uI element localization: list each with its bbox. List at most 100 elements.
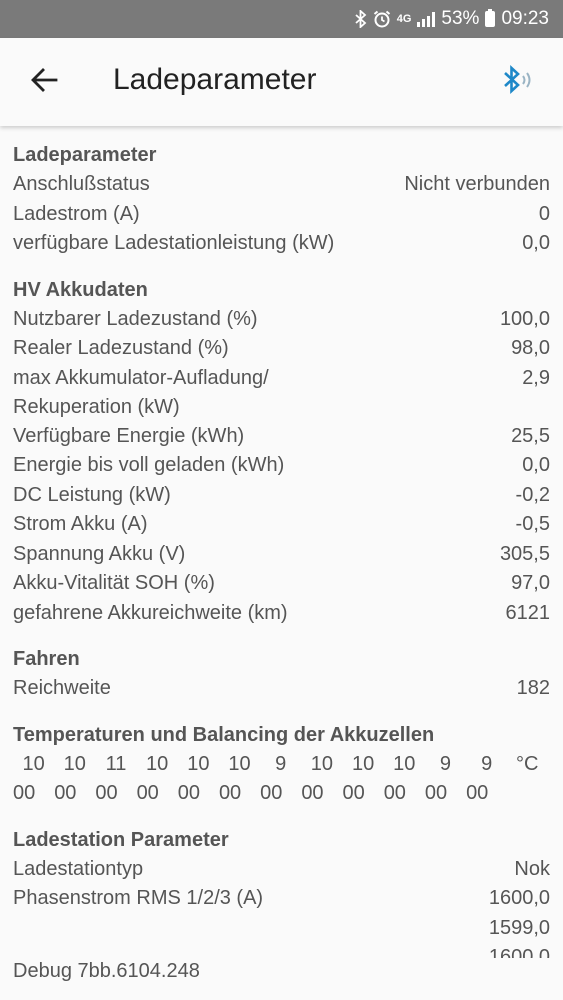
list-item: Strom Akku (A) -0,5	[13, 510, 550, 540]
cell-balancing: 00	[95, 782, 118, 804]
row-label: gefahrene Akkureichweite (km)	[13, 601, 288, 624]
network-4g-icon: 4G	[396, 13, 412, 25]
list-item: Realer Ladezustand (%) 98,0	[13, 334, 550, 364]
row-label: Spannung Akku (V)	[13, 542, 186, 565]
app-bar: Ladeparameter	[0, 38, 563, 126]
cell-balancing: 00	[466, 782, 489, 804]
row-value: 0,0	[522, 454, 550, 476]
cell-temperature: 9	[439, 752, 452, 775]
row-value: -0,5	[515, 513, 550, 535]
cell-temperature: 10	[310, 752, 334, 775]
cell-temperature: 10	[63, 752, 86, 775]
cell-balancing: 00	[424, 782, 448, 804]
row-label: Anschlußstatus	[13, 173, 150, 195]
row-label: DC Leistung (kW)	[13, 483, 171, 506]
status-time: 09:23	[501, 8, 549, 29]
battery-icon	[485, 9, 496, 27]
row-value: 305,5	[499, 542, 550, 565]
row-label: Akku-Vitalität SOH (%)	[13, 572, 215, 594]
list-item: Nutzbarer Ladezustand (%) 100,0	[13, 305, 550, 335]
row-value: Nok	[514, 857, 550, 880]
row-label: Nutzbarer Ladezustand (%)	[13, 307, 258, 330]
alarm-icon	[373, 10, 391, 28]
row-value: 2,9	[522, 366, 550, 389]
row-value: 25,5	[511, 424, 550, 447]
row-value: 1600,0	[488, 887, 550, 909]
row-value: 1599,0	[488, 916, 550, 939]
cell-balancing: 00	[342, 782, 365, 804]
list-item: gefahrene Akkureichweite (km) 6121	[13, 599, 550, 629]
section-title-ladestation: Ladestation Parameter	[13, 828, 229, 851]
list-item: verfügbare Ladestationleistung (kW) 0,0	[13, 229, 550, 259]
back-button[interactable]	[24, 62, 64, 102]
temperature-unit: °C	[516, 752, 539, 775]
list-item: Ladestrom (A) 0	[13, 200, 550, 230]
cell-balancing: 00	[136, 782, 159, 804]
cell-temperature: 11	[105, 752, 127, 775]
cell-temperature: 10	[228, 752, 251, 775]
list-item: Ladestationtyp Nok	[13, 855, 550, 885]
battery-percent: 53%	[441, 8, 480, 29]
row-label: Energie bis voll geladen (kWh)	[13, 454, 285, 476]
row-label: Reichweite	[13, 677, 111, 699]
cell-temperature: 9	[275, 752, 287, 775]
list-item: Phasenstrom RMS 1/2/3 (A) 1600,0	[13, 884, 550, 914]
network-label: 4G	[396, 13, 412, 25]
list-item: max Akkumulator-Aufladung/ Rekuperation …	[13, 364, 550, 422]
arrow-left-icon	[30, 67, 58, 97]
row-label: verfügbare Ladestationleistung (kW)	[13, 232, 335, 254]
cell-balancing: 00	[260, 782, 283, 804]
section-title-temperaturen: Temperaturen und Balancing der Akkuzelle…	[13, 723, 435, 746]
row-label: max Akkumulator-Aufladung/ Rekuperation …	[13, 366, 269, 418]
status-bar: 4G 53% 09:23	[0, 0, 563, 38]
list-item: Energie bis voll geladen (kWh) 0,0	[13, 451, 550, 481]
row-label: Strom Akku (A)	[13, 513, 148, 535]
section-title-hv-akkudaten: HV Akkudaten	[13, 278, 148, 301]
cell-balancing: 00	[301, 782, 324, 804]
list-item: Verfügbare Energie (kWh) 25,5	[13, 422, 550, 452]
bluetooth-button[interactable]	[501, 64, 537, 100]
bluetooth-connected-icon	[501, 64, 537, 101]
row-label: Phasenstrom RMS 1/2/3 (A)	[13, 887, 264, 909]
list-item: Reichweite 182	[13, 674, 550, 704]
cell-temperature: 10	[187, 752, 210, 775]
row-value: 1600,0	[488, 946, 550, 958]
row-label: Realer Ladezustand (%)	[13, 337, 229, 359]
cell-balancing: 00	[54, 782, 77, 804]
cell-temperature: 10	[146, 752, 169, 775]
cell-balancing: 00	[383, 782, 406, 804]
list-item: Akku-Vitalität SOH (%) 97,0	[13, 569, 550, 599]
cell-balancing: 00	[218, 782, 242, 804]
bluetooth-icon	[355, 10, 367, 28]
list-item: 1599,0	[13, 914, 550, 944]
cell-balancing: 00	[177, 782, 200, 804]
row-value: 0	[538, 202, 550, 225]
debug-version-label: Debug 7bb.6104.248	[13, 960, 200, 982]
row-label: Ladestationtyp	[13, 857, 144, 880]
row-value: 0,0	[522, 232, 550, 254]
page-title: Ladeparameter	[113, 63, 317, 96]
cell-balancing: 00	[13, 782, 36, 804]
list-item: DC Leistung (kW) -0,2	[13, 481, 550, 511]
row-value: -0,2	[515, 483, 550, 506]
cell-temperature: 10	[22, 752, 45, 775]
row-label: Ladestrom (A)	[13, 202, 140, 225]
cell-temperature: 10	[393, 752, 416, 775]
cell-temperature: 10	[351, 752, 375, 775]
content-scroll[interactable]: Ladeparameter Anschlußstatus Nicht verbu…	[0, 126, 563, 958]
row-label: Verfügbare Energie (kWh)	[13, 424, 245, 447]
row-value: Nicht verbunden	[404, 173, 550, 195]
section-title-fahren: Fahren	[13, 648, 80, 670]
row-value: 100,0	[499, 307, 550, 330]
list-item: Anschlußstatus Nicht verbunden	[13, 170, 550, 200]
cell-temperature-grid: 10 10 11 10 10 10 9 10 10 10 9 9 °C 00 0…	[13, 750, 550, 809]
row-value: 182	[516, 677, 550, 699]
row-value: 6121	[505, 601, 551, 624]
signal-icon	[417, 11, 436, 27]
row-value: 97,0	[511, 572, 550, 594]
cell-temperature: 9	[481, 752, 493, 775]
section-title-ladeparameter: Ladeparameter	[13, 144, 157, 166]
list-item: Spannung Akku (V) 305,5	[13, 540, 550, 570]
list-item: 1600,0	[13, 943, 550, 958]
row-value: 98,0	[511, 337, 550, 359]
